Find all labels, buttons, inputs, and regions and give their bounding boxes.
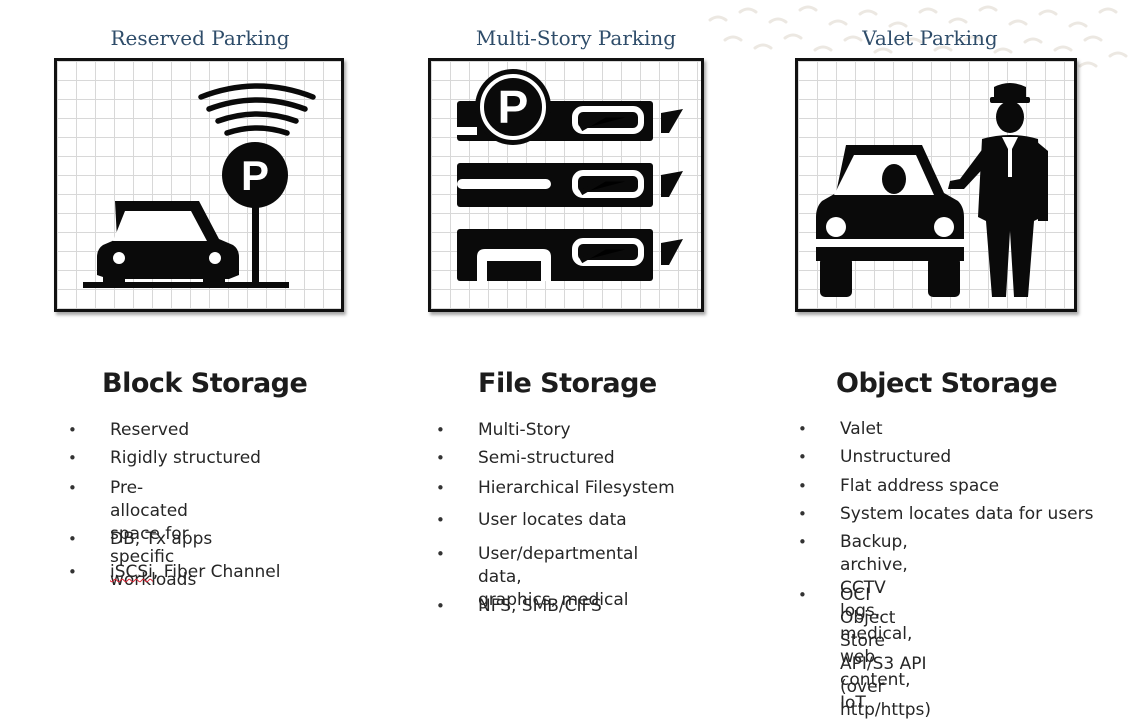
- valet-parking-illustration: [795, 58, 1077, 312]
- multi-story-parking-garage-icon: P: [457, 69, 683, 281]
- heading-file-storage: File Storage: [478, 368, 657, 399]
- svg-text:P: P: [241, 152, 269, 199]
- list-item: Valet: [798, 418, 882, 441]
- list-item: System locates data for users: [798, 503, 1094, 526]
- list-item: Semi-structured: [436, 447, 614, 470]
- list-item: Hierarchical Filesystem: [436, 477, 675, 500]
- svg-text:P: P: [498, 81, 529, 133]
- list-item: DB, Tx apps: [68, 528, 212, 551]
- valet-attendant-car-icon: [816, 83, 1048, 297]
- heading-object-storage: Object Storage: [836, 368, 1058, 399]
- caption-multi-story-parking: Multi-Story Parking: [475, 26, 677, 50]
- spellcheck-word: iSCSi: [110, 562, 153, 582]
- multi-story-parking-illustration: P: [428, 58, 704, 312]
- list-item: Multi-Story: [436, 419, 570, 442]
- heading-block-storage: Block Storage: [102, 368, 308, 399]
- reserved-parking-illustration: P: [54, 58, 344, 312]
- list-item: Rigidly structured: [68, 447, 261, 470]
- list-item: Flat address space: [798, 475, 999, 498]
- list-item: OCI Object Store API/S3 API (over http/h…: [798, 584, 931, 722]
- list-item: iSCSi, Fiber Channel: [68, 561, 281, 584]
- caption-valet-parking: Valet Parking: [862, 26, 998, 50]
- list-item: Unstructured: [798, 446, 951, 469]
- bullet-text: Fiber Channel: [163, 562, 281, 582]
- list-item: Reserved: [68, 419, 189, 442]
- reserved-parking-car-sign-icon: P: [83, 83, 316, 288]
- list-item: User locates data: [436, 509, 627, 532]
- caption-reserved-parking: Reserved Parking: [110, 26, 290, 50]
- list-item: NFS, SMB/CIFS: [436, 595, 602, 618]
